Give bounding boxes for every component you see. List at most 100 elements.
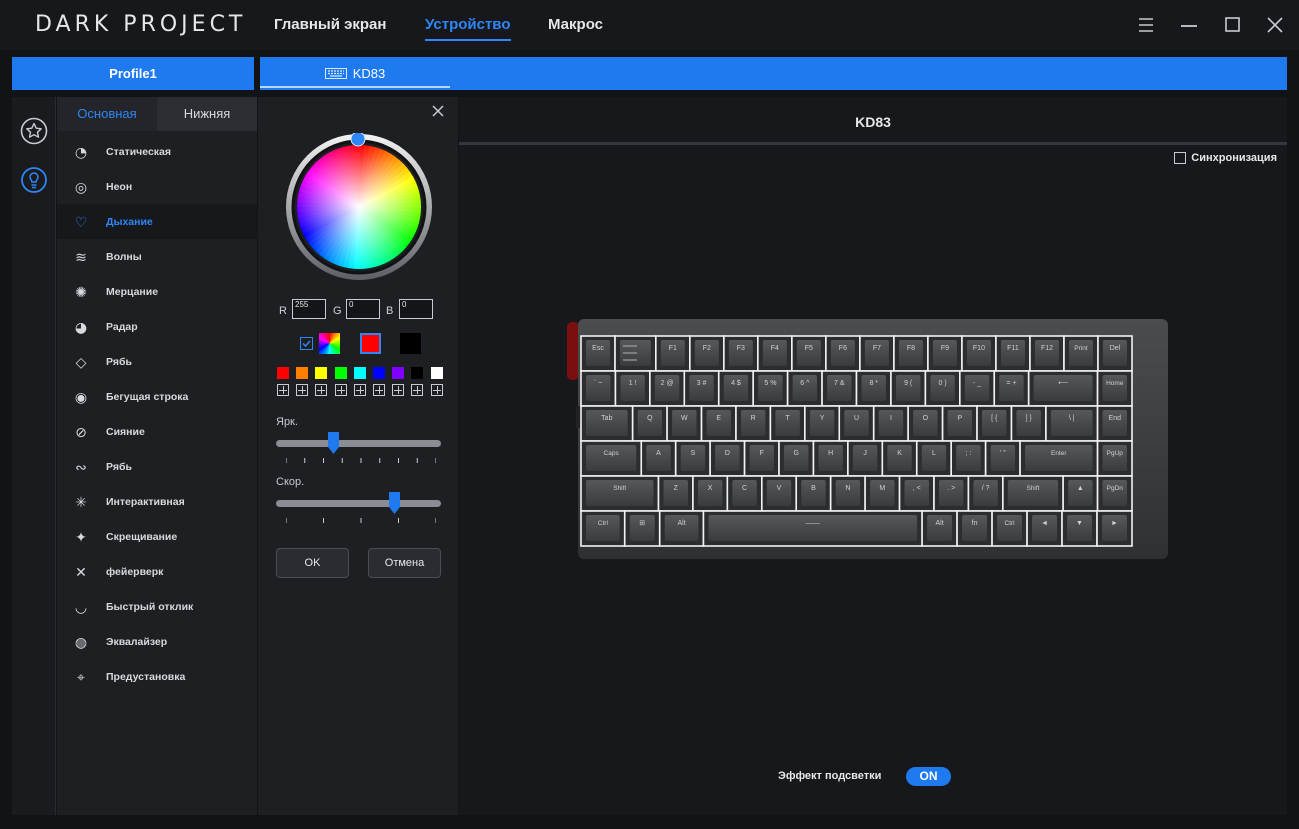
color-swatch[interactable] [353, 367, 366, 379]
keyboard-key[interactable]: Alt [921, 510, 958, 547]
menu-icon[interactable] [1133, 12, 1159, 38]
tab-device[interactable]: Устройство [425, 16, 511, 41]
keyboard-key[interactable]: Ctrl [580, 510, 626, 547]
current-color-swatch[interactable] [360, 333, 381, 354]
r-input[interactable]: 255 [292, 299, 326, 319]
keyboard-key[interactable]: / ? [967, 475, 1004, 512]
keyboard-key[interactable]: , < [898, 475, 935, 512]
keyboard-key[interactable]: 9 ( [890, 370, 927, 407]
keyboard-key[interactable]: Tab [580, 405, 634, 442]
minimize-icon[interactable] [1176, 12, 1202, 38]
keyboard-key[interactable]: ` ~ [580, 370, 617, 407]
rainbow-checkbox[interactable] [300, 337, 313, 350]
maximize-icon[interactable] [1219, 12, 1245, 38]
keyboard-key[interactable]: Y [804, 405, 841, 442]
keyboard-key[interactable]: ' " [984, 440, 1021, 477]
keyboard-key[interactable]: B [795, 475, 832, 512]
keyboard-key[interactable]: J [847, 440, 884, 477]
brightness-track[interactable] [276, 440, 441, 447]
keyboard-key[interactable]: M [864, 475, 901, 512]
keyboard-key[interactable]: . > [933, 475, 970, 512]
keyboard-key[interactable]: \ | [1045, 405, 1099, 442]
keyboard-key[interactable]: Shift [1002, 475, 1064, 512]
keyboard-key[interactable]: V [760, 475, 798, 512]
keyboard-key[interactable]: N [829, 475, 866, 512]
add-swatch-icon[interactable] [334, 384, 347, 396]
device-tab[interactable]: KD83 [260, 57, 450, 90]
b-input[interactable]: 0 [399, 299, 433, 319]
keyboard-key[interactable]: ; : [950, 440, 987, 477]
sync-checkbox-box[interactable] [1174, 152, 1187, 164]
effect-item[interactable]: ◎ Неон [57, 169, 257, 204]
effect-item[interactable]: ◡ Быстрый отклик [57, 589, 257, 624]
keyboard-key[interactable]: F3 [723, 335, 759, 372]
speed-track[interactable] [276, 500, 441, 507]
keyboard-key[interactable]: X [692, 475, 729, 512]
secondary-color-swatch[interactable] [400, 333, 421, 354]
keyboard-key[interactable]: F1 [655, 335, 691, 372]
keyboard-key[interactable]: O [907, 405, 944, 442]
keyboard-key[interactable]: 7 & [821, 370, 858, 407]
keyboard-key[interactable]: C [726, 475, 763, 512]
keyboard-key[interactable]: Del [1097, 335, 1133, 372]
keyboard-key[interactable]: D [709, 440, 746, 477]
keyboard-key[interactable]: F10 [961, 335, 997, 372]
keyboard-key[interactable]: fn [956, 510, 993, 547]
keyboard-key[interactable]: 0 ) [924, 370, 961, 407]
keyboard-key[interactable]: W [666, 405, 703, 442]
color-swatch[interactable] [315, 367, 328, 379]
keyboard-key[interactable]: F5 [791, 335, 827, 372]
add-swatch-icon[interactable] [392, 384, 405, 396]
effect-item[interactable]: ✦ Скрещивание [57, 519, 257, 554]
keyboard-key[interactable]: ▲ [1062, 475, 1099, 512]
effect-item[interactable]: ✕ фейерверк [57, 554, 257, 589]
keyboard-key[interactable]: F12 [1029, 335, 1065, 372]
keyboard-key[interactable]: ▼ [1061, 510, 1098, 547]
effect-item[interactable]: ∾ Рябь [57, 449, 257, 484]
keyboard-key[interactable]: I [872, 405, 909, 442]
bulb-icon[interactable] [20, 167, 48, 195]
keyboard-key[interactable]: P [941, 405, 978, 442]
keyboard-key[interactable]: Caps [580, 440, 643, 477]
keyboard-key[interactable]: Esc [580, 335, 616, 372]
keyboard-key[interactable]: ⟵ [1027, 370, 1099, 407]
hue-handle[interactable] [350, 133, 366, 147]
cancel-button[interactable]: Отмена [368, 548, 441, 578]
keyboard-key[interactable]: Home [1096, 370, 1133, 407]
color-swatch[interactable] [430, 367, 443, 379]
effect-item[interactable]: ◔ Статическая [57, 134, 257, 169]
keyboard-key[interactable]: 1 ! [614, 370, 651, 407]
keyboard-key[interactable]: ⊞ [623, 510, 661, 547]
keyboard-key[interactable]: Z [657, 475, 694, 512]
keyboard-key[interactable]: Shift [580, 475, 660, 512]
keyboard-key[interactable]: T [769, 405, 806, 442]
keyboard-key[interactable]: Enter [1019, 440, 1099, 477]
keyboard-key[interactable]: Print [1063, 335, 1099, 372]
effect-item[interactable]: ◍ Эквалайзер [57, 624, 257, 659]
add-swatch-icon[interactable] [411, 384, 424, 396]
keyboard-key[interactable]: 8 * [855, 370, 892, 407]
keyboard-key[interactable]: ► [1096, 510, 1133, 547]
keyboard-key[interactable]: Q [631, 405, 668, 442]
keyboard-key[interactable]: F2 [689, 335, 725, 372]
color-swatch[interactable] [392, 367, 405, 379]
color-wheel[interactable] [285, 133, 433, 281]
color-swatch[interactable] [411, 367, 424, 379]
effect-item[interactable]: ◉ Бегущая строка [57, 379, 257, 414]
keyboard-key[interactable]: F [743, 440, 780, 477]
keyboard-key[interactable]: F4 [757, 335, 793, 372]
keyboard-key[interactable]: 2 @ [649, 370, 686, 407]
effect-item[interactable]: ◇ Рябь [57, 344, 257, 379]
star-icon[interactable] [20, 117, 48, 145]
keyboard-key[interactable]: K [881, 440, 918, 477]
keyboard-key[interactable]: [ { [976, 405, 1013, 442]
keyboard-key[interactable]: 4 $ [717, 370, 754, 407]
keyboard-key[interactable]: PgUp [1096, 440, 1133, 477]
keyboard-key[interactable]: Alt [658, 510, 705, 547]
keyboard-key[interactable]: U [838, 405, 875, 442]
color-swatch[interactable] [296, 367, 309, 379]
keyboard-key[interactable]: S [674, 440, 711, 477]
speed-slider-thumb[interactable] [389, 492, 401, 514]
add-swatch-icon[interactable] [277, 384, 289, 396]
brightness-slider-thumb[interactable] [328, 432, 340, 454]
